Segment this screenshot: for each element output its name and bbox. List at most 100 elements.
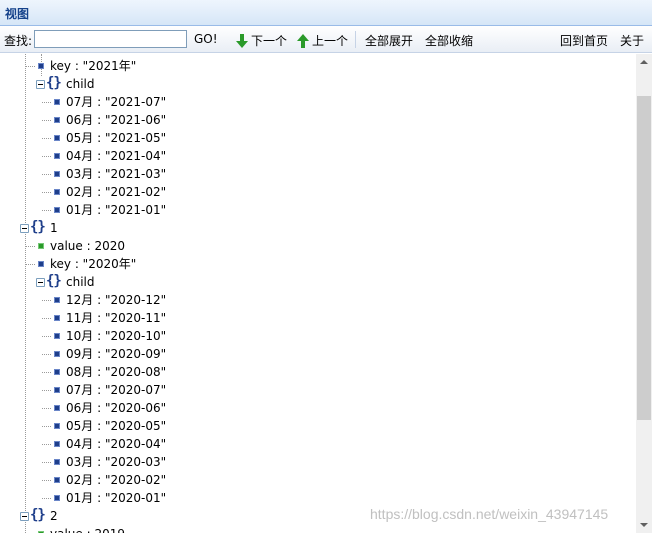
tree-node-label: 02月 : "2021-02" [66, 185, 167, 199]
tree-node-label: 07月 : "2021-07" [66, 95, 167, 109]
collapse-all-button[interactable]: 全部收缩 [425, 32, 473, 49]
tree-leaf-node[interactable]: 04月 : "2021-04" [0, 147, 636, 165]
tree-leaf-node[interactable]: 01月 : "2021-01" [0, 201, 636, 219]
panel-header: 视图 [0, 0, 652, 26]
string-value-icon [38, 63, 44, 69]
toolbar-divider [355, 31, 356, 48]
tree-connector-line [42, 372, 51, 373]
expand-all-button[interactable]: 全部展开 [365, 32, 413, 49]
tree-node-label: 04月 : "2020-04" [66, 437, 167, 451]
string-value-icon [54, 189, 60, 195]
collapse-toggle-icon[interactable] [20, 512, 29, 521]
tree-leaf-node[interactable]: 05月 : "2020-05" [0, 417, 636, 435]
collapse-toggle-icon[interactable] [36, 80, 45, 89]
tree-object-node[interactable]: {} child [0, 273, 636, 291]
about-button[interactable]: 关于 [620, 32, 644, 49]
tree-leaf-node[interactable]: value : 2019 [0, 525, 636, 533]
tree-connector-line [26, 246, 35, 247]
tree-leaf-node[interactable]: 09月 : "2020-09" [0, 345, 636, 363]
tree-leaf-node[interactable]: 07月 : "2021-07" [0, 93, 636, 111]
tree-leaf-node[interactable]: 12月 : "2020-12" [0, 291, 636, 309]
string-value-icon [38, 261, 44, 267]
collapse-toggle-icon[interactable] [36, 278, 45, 287]
number-value-icon [38, 243, 44, 249]
panel-title: 视图 [5, 7, 30, 21]
prev-button[interactable]: 上一个 [297, 32, 348, 49]
tree-node-label: 01月 : "2020-01" [66, 491, 167, 505]
tree-leaf-node[interactable]: 11月 : "2020-11" [0, 309, 636, 327]
tree-connector-line [42, 354, 51, 355]
object-braces-icon: {} [30, 219, 46, 235]
tree-object-node[interactable]: {} child [0, 75, 636, 93]
tree-node-label: value : 2020 [50, 239, 125, 253]
tree-connector-line [42, 318, 51, 319]
collapse-toggle-icon[interactable] [20, 224, 29, 233]
tree-leaf-node[interactable]: 10月 : "2020-10" [0, 327, 636, 345]
search-label: 查找: [4, 34, 33, 48]
string-value-icon [54, 441, 60, 447]
string-value-icon [54, 369, 60, 375]
scrollbar-thumb[interactable] [637, 96, 651, 420]
tree-leaf-node[interactable]: 06月 : "2020-06" [0, 399, 636, 417]
go-button[interactable]: GO! [194, 32, 218, 46]
tree-node-label: 05月 : "2020-05" [66, 419, 167, 433]
tree-connector-line [42, 426, 51, 427]
tree-connector-line [42, 174, 51, 175]
tree-connector-line [42, 102, 51, 103]
prev-label: 上一个 [312, 34, 349, 48]
tree-leaf-node[interactable]: key : "2020年" [0, 255, 636, 273]
tree-connector-line [42, 408, 51, 409]
tree-leaf-node[interactable]: 08月 : "2020-08" [0, 363, 636, 381]
string-value-icon [54, 135, 60, 141]
tree-connector-line [42, 480, 51, 481]
tree-node-label: child [66, 77, 95, 91]
home-button[interactable]: 回到首页 [560, 32, 608, 49]
tree-leaf-node[interactable]: value : 2020 [0, 237, 636, 255]
arrow-up-icon [297, 34, 309, 48]
tree-connector-line [42, 498, 51, 499]
string-value-icon [54, 315, 60, 321]
tree-node-label: 10月 : "2020-10" [66, 329, 167, 343]
tree-leaf-node[interactable]: 02月 : "2021-02" [0, 183, 636, 201]
tree-node-label: 01月 : "2021-01" [66, 203, 167, 217]
object-braces-icon: {} [30, 507, 46, 523]
tree-leaf-node[interactable]: key : "2021年" [0, 57, 636, 75]
tree-node-label: 07月 : "2020-07" [66, 383, 167, 397]
tree-leaf-node[interactable]: 06月 : "2021-06" [0, 111, 636, 129]
tree-leaf-node[interactable]: 01月 : "2020-01" [0, 489, 636, 507]
tree-node-label: 04月 : "2021-04" [66, 149, 167, 163]
object-braces-icon: {} [46, 75, 62, 91]
string-value-icon [54, 405, 60, 411]
tree-connector-line [42, 192, 51, 193]
tree-connector-line [42, 156, 51, 157]
scroll-up-arrow-icon[interactable] [640, 60, 648, 64]
tree-node-label: 11月 : "2020-11" [66, 311, 167, 325]
scroll-down-arrow-icon[interactable] [640, 523, 648, 527]
tree-leaf-node[interactable]: 04月 : "2020-04" [0, 435, 636, 453]
tree-leaf-node[interactable]: 07月 : "2020-07" [0, 381, 636, 399]
string-value-icon [54, 171, 60, 177]
tree-connector-line [42, 210, 51, 211]
toolbar: 查找: GO! 下一个 上一个 全部展开 全部收缩 回到首页 关于 [0, 26, 652, 53]
string-value-icon [54, 495, 60, 501]
tree-leaf-node[interactable]: 02月 : "2020-02" [0, 471, 636, 489]
tree-node-label: 12月 : "2020-12" [66, 293, 167, 307]
tree-node-label: value : 2019 [50, 525, 125, 533]
tree-leaf-node[interactable]: 05月 : "2021-05" [0, 129, 636, 147]
tree-node-label: 03月 : "2020-03" [66, 455, 167, 469]
tree-object-node[interactable]: {} 1 [0, 219, 636, 237]
object-braces-icon: {} [46, 273, 62, 289]
tree-connector-line [42, 300, 51, 301]
next-button[interactable]: 下一个 [236, 32, 287, 49]
tree-node-label: 09月 : "2020-09" [66, 347, 167, 361]
tree-node-label: 08月 : "2020-08" [66, 365, 167, 379]
tree-leaf-node[interactable]: 03月 : "2021-03" [0, 165, 636, 183]
tree-node-label: 1 [50, 221, 58, 235]
search-input[interactable] [34, 30, 187, 48]
string-value-icon [54, 423, 60, 429]
next-label: 下一个 [251, 34, 288, 48]
string-value-icon [54, 477, 60, 483]
tree-node-label: 2 [50, 509, 58, 523]
vertical-scrollbar[interactable] [636, 54, 652, 533]
tree-leaf-node[interactable]: 03月 : "2020-03" [0, 453, 636, 471]
